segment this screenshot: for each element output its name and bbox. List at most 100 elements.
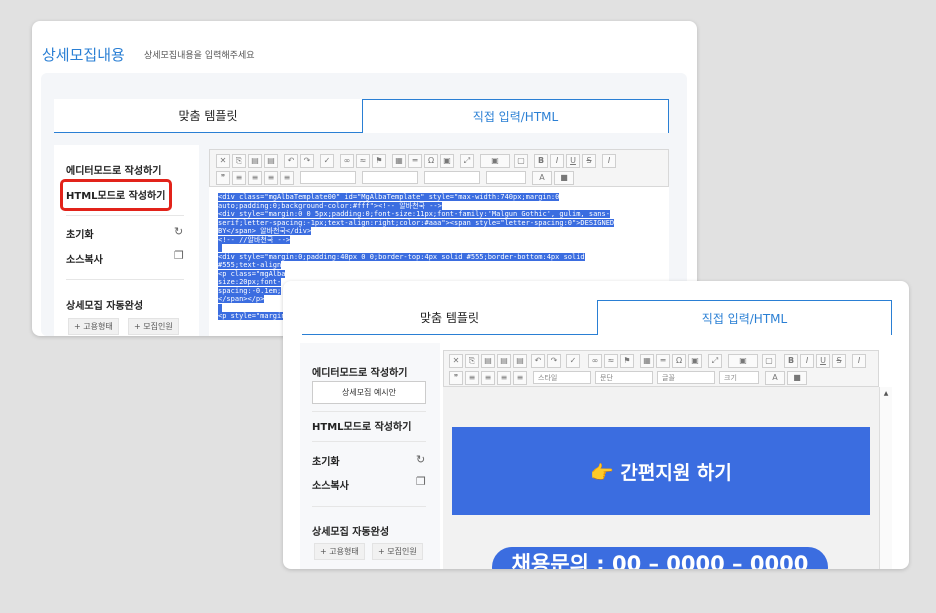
table-icon[interactable]: ▦ bbox=[392, 154, 406, 168]
fullscreen-icon[interactable]: ⤢ bbox=[460, 154, 474, 168]
special-char-icon[interactable]: Ω bbox=[672, 354, 686, 368]
divider bbox=[66, 215, 184, 216]
quote-icon[interactable]: ❞ bbox=[216, 171, 230, 185]
copy-icon[interactable]: ❐ bbox=[416, 475, 426, 488]
tag-headcount[interactable]: + 모집인원 bbox=[128, 318, 179, 335]
underline-icon[interactable]: U bbox=[566, 154, 580, 168]
style-select[interactable] bbox=[300, 171, 356, 184]
font-select[interactable]: 글꼴 bbox=[657, 371, 715, 384]
strike-icon[interactable]: S bbox=[582, 154, 596, 168]
hr-icon[interactable]: ═ bbox=[656, 354, 670, 368]
undo-icon[interactable]: ↶ bbox=[284, 154, 298, 168]
cut-icon[interactable]: ✕ bbox=[216, 154, 230, 168]
paragraph-select[interactable]: 문단 bbox=[595, 371, 653, 384]
copy-icon[interactable]: ❐ bbox=[174, 249, 184, 262]
cut-icon[interactable]: ✕ bbox=[449, 354, 463, 368]
align-center-icon[interactable]: ≡ bbox=[248, 171, 262, 185]
paste-icon[interactable]: ▤ bbox=[248, 154, 262, 168]
tag-headcount[interactable]: + 모집인원 bbox=[372, 543, 423, 560]
redo-icon[interactable]: ↷ bbox=[547, 354, 561, 368]
align-left-icon[interactable]: ≡ bbox=[465, 371, 479, 385]
italic-icon[interactable]: I bbox=[800, 354, 814, 368]
style-select[interactable]: 스타일 bbox=[533, 371, 591, 384]
clear-format-icon[interactable]: I bbox=[602, 154, 616, 168]
section-title: 상세모집내용 bbox=[42, 46, 125, 64]
italic-icon[interactable]: I bbox=[550, 154, 564, 168]
clear-format-icon[interactable]: I bbox=[852, 354, 866, 368]
redo-icon[interactable]: ↷ bbox=[300, 154, 314, 168]
reset-link[interactable]: 초기화 bbox=[312, 453, 340, 468]
bold-icon[interactable]: B bbox=[784, 354, 798, 368]
scroll-up-icon[interactable]: ▲ bbox=[880, 390, 892, 397]
tag-employment-type[interactable]: + 고용형태 bbox=[314, 543, 365, 560]
html-mode-highlight bbox=[60, 179, 172, 211]
paragraph-select[interactable] bbox=[362, 171, 418, 184]
tab-template[interactable]: 맞춤 템플릿 bbox=[302, 300, 597, 335]
spellcheck-icon[interactable]: ✓ bbox=[566, 354, 580, 368]
justify-icon[interactable]: ≡ bbox=[513, 371, 527, 385]
source-icon[interactable]: ▣ bbox=[480, 154, 510, 168]
strike-icon[interactable]: S bbox=[832, 354, 846, 368]
paste-word-icon[interactable]: ▤ bbox=[513, 354, 527, 368]
editor-toolbar: ✕ ⎘ ▤ ▤ ▤ ↶ ↷ ✓ ∞ ≈ ⚑ ▦ ═ Ω ▣ ⤢ ▣ ▢ B I … bbox=[443, 350, 879, 387]
paste-icon[interactable]: ▤ bbox=[481, 354, 495, 368]
tab-template[interactable]: 맞춤 템플릿 bbox=[54, 99, 362, 133]
scrollbar[interactable]: ▲ bbox=[879, 387, 892, 569]
reset-link[interactable]: 초기화 bbox=[66, 226, 94, 241]
copy-source-link[interactable]: 소스복사 bbox=[312, 477, 349, 492]
align-right-icon[interactable]: ≡ bbox=[497, 371, 511, 385]
editor-mode-link[interactable]: 에디터모드로 작성하기 bbox=[312, 364, 407, 379]
template-icon[interactable]: ▢ bbox=[762, 354, 776, 368]
font-select[interactable] bbox=[424, 171, 480, 184]
link-icon[interactable]: ∞ bbox=[588, 354, 602, 368]
paste-text-icon[interactable]: ▤ bbox=[497, 354, 511, 368]
special-char-icon[interactable]: Ω bbox=[424, 154, 438, 168]
refresh-icon[interactable]: ↻ bbox=[416, 453, 425, 466]
bold-icon[interactable]: B bbox=[534, 154, 548, 168]
html-mode-link[interactable]: HTML모드로 작성하기 bbox=[312, 418, 411, 433]
spellcheck-icon[interactable]: ✓ bbox=[320, 154, 334, 168]
tab-html[interactable]: 직접 입력/HTML bbox=[597, 300, 892, 335]
image-icon[interactable]: ▣ bbox=[688, 354, 702, 368]
bg-color-icon[interactable]: ■ bbox=[554, 171, 574, 185]
tab-html[interactable]: 직접 입력/HTML bbox=[362, 99, 669, 133]
source-code-line bbox=[218, 244, 669, 253]
refresh-icon[interactable]: ↻ bbox=[174, 225, 183, 238]
quote-icon[interactable]: ❞ bbox=[449, 371, 463, 385]
unlink-icon[interactable]: ≈ bbox=[356, 154, 370, 168]
text-color-icon[interactable]: A bbox=[532, 171, 552, 185]
underline-icon[interactable]: U bbox=[816, 354, 830, 368]
editor-preview[interactable]: 👉 간편지원 하기 채용문의 : 00 – 0000 – 0000 bbox=[443, 387, 879, 569]
copy-tool-icon[interactable]: ⎘ bbox=[232, 154, 246, 168]
unlink-icon[interactable]: ≈ bbox=[604, 354, 618, 368]
undo-icon[interactable]: ↶ bbox=[531, 354, 545, 368]
source-code-line: BY</span> 알바천국</div> bbox=[218, 227, 312, 235]
source-icon[interactable]: ▣ bbox=[728, 354, 758, 368]
editor-mode-link[interactable]: 에디터모드로 작성하기 bbox=[66, 162, 161, 177]
table-icon[interactable]: ▦ bbox=[640, 354, 654, 368]
justify-icon[interactable]: ≡ bbox=[280, 171, 294, 185]
anchor-icon[interactable]: ⚑ bbox=[620, 354, 634, 368]
side-menu: 에디터모드로 작성하기 HTML모드로 작성하기 초기화 ↻ 소스복사 ❐ 상세… bbox=[54, 145, 199, 336]
link-icon[interactable]: ∞ bbox=[340, 154, 354, 168]
example-button[interactable]: 상세모집 예시안 bbox=[312, 381, 426, 404]
hr-icon[interactable]: ═ bbox=[408, 154, 422, 168]
image-icon[interactable]: ▣ bbox=[440, 154, 454, 168]
source-code-line: <p class="mgAlba bbox=[218, 269, 286, 278]
size-select[interactable] bbox=[486, 171, 526, 184]
paste-text-icon[interactable]: ▤ bbox=[264, 154, 278, 168]
fullscreen-icon[interactable]: ⤢ bbox=[708, 354, 722, 368]
copy-source-link[interactable]: 소스복사 bbox=[66, 251, 103, 266]
bg-color-icon[interactable]: ■ bbox=[787, 371, 807, 385]
size-select[interactable]: 크기 bbox=[719, 371, 759, 384]
anchor-icon[interactable]: ⚑ bbox=[372, 154, 386, 168]
editor-area: 에디터모드로 작성하기 상세모집 예시안 HTML모드로 작성하기 초기화 ↻ … bbox=[300, 343, 895, 569]
align-right-icon[interactable]: ≡ bbox=[264, 171, 278, 185]
text-color-icon[interactable]: A bbox=[765, 371, 785, 385]
template-icon[interactable]: ▢ bbox=[514, 154, 528, 168]
align-left-icon[interactable]: ≡ bbox=[232, 171, 246, 185]
align-center-icon[interactable]: ≡ bbox=[481, 371, 495, 385]
copy-tool-icon[interactable]: ⎘ bbox=[465, 354, 479, 368]
autocomplete-title: 상세모집 자동완성 bbox=[66, 301, 144, 312]
tag-employment-type[interactable]: + 고용형태 bbox=[68, 318, 119, 335]
